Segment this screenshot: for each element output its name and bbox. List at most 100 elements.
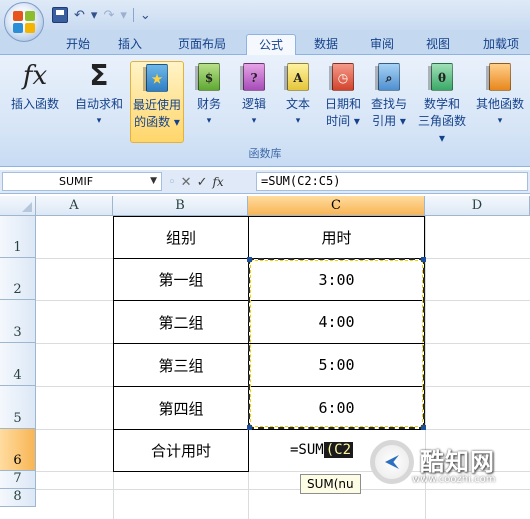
row-header-1[interactable]: 1 [0, 216, 36, 258]
lookup-reference-button[interactable]: ⌕ 查找与 引用 ▾ [366, 61, 412, 143]
cell-c3[interactable]: 4:00 [248, 300, 425, 344]
watermark-name: 酷知网 [420, 448, 495, 476]
tab-addins[interactable]: 加载项 [474, 34, 528, 55]
row-header-3[interactable]: 3 [0, 300, 36, 343]
autosum-dropdown: ▾ [96, 116, 102, 126]
recent-functions-label-1: 最近使用 [132, 98, 181, 112]
cancel-icon[interactable]: ✕ [181, 175, 192, 190]
fx-icon: fx [22, 61, 48, 91]
clock-book-icon: ◷ [328, 61, 358, 93]
cell-b3[interactable]: 第二组 [113, 300, 249, 344]
row-header-2[interactable]: 2 [0, 258, 36, 300]
function-library-group-label: 函数库 [248, 147, 282, 160]
undo-dropdown-icon[interactable]: ▾ [91, 8, 98, 23]
office-button[interactable] [4, 2, 44, 42]
cell-b5[interactable]: 第四组 [113, 386, 249, 430]
cell-b6[interactable]: 合计用时 [113, 429, 249, 472]
date-time-label-2: 时间 ▾ [326, 114, 360, 128]
redo-dropdown-icon[interactable]: ▾ [120, 8, 127, 23]
row-header-4[interactable]: 4 [0, 343, 36, 386]
formula-buttons: ◦ ✕ ✓ fx [168, 173, 224, 191]
tab-data[interactable]: 数据 [304, 34, 348, 55]
cell-b2[interactable]: 第一组 [113, 258, 249, 301]
text-button[interactable]: A 文本 ▾ [278, 61, 318, 143]
save-icon[interactable] [52, 7, 68, 23]
column-header-d[interactable]: D [425, 196, 530, 216]
cell-b4[interactable]: 第三组 [113, 343, 249, 387]
tab-view[interactable]: 视图 [416, 34, 460, 55]
function-tooltip: SUM(nu [300, 474, 361, 494]
name-box-value: SUMIF [59, 175, 94, 188]
insert-function-button[interactable]: fx 插入函数 [4, 61, 66, 143]
watermark-url: www.coozhi.com [412, 474, 496, 485]
title-bar: ↶ ▾ ↷ ▾ ⌄ [0, 0, 530, 42]
text-label: 文本 [285, 97, 310, 111]
math-glyph: θ [437, 71, 446, 85]
text-glyph: A [293, 71, 303, 85]
more-functions-button[interactable]: 其他函数 ▾ [472, 61, 528, 143]
name-box[interactable]: SUMIF ▼ [2, 172, 162, 191]
logical-glyph: ? [250, 71, 258, 85]
logical-button[interactable]: ? 逻辑 ▾ [234, 61, 274, 143]
financial-dropdown: ▾ [206, 116, 212, 126]
financial-label: 财务 [196, 97, 221, 111]
tab-review[interactable]: 审阅 [360, 34, 404, 55]
math-label-2: 三角函数 ▾ [417, 114, 466, 145]
select-all-corner[interactable] [0, 196, 36, 216]
tab-home[interactable]: 开始 [56, 34, 100, 55]
insert-function-fx-icon[interactable]: fx [212, 175, 223, 189]
text-dropdown: ▾ [295, 116, 301, 126]
formula-input[interactable]: =SUM(C2:C5) [256, 172, 528, 191]
name-box-dropdown-icon[interactable]: ▼ [150, 173, 157, 190]
lookup-label-1: 查找与 [370, 97, 407, 111]
redo-icon[interactable]: ↷ [103, 8, 114, 23]
edit-range-ref: (C2 [323, 442, 354, 458]
cell-c5[interactable]: 6:00 [248, 386, 425, 430]
logical-label: 逻辑 [241, 97, 266, 111]
cell-c2[interactable]: 3:00 [248, 258, 425, 301]
row-header-6[interactable]: 6 [0, 429, 36, 471]
undo-icon[interactable]: ↶ [74, 8, 85, 23]
tab-page-layout[interactable]: 页面布局 [166, 34, 238, 55]
tab-insert[interactable]: 插入 [108, 34, 152, 55]
logical-book-icon: ? [239, 61, 269, 93]
column-header-a[interactable]: A [36, 196, 113, 216]
financial-book-icon: $ [194, 61, 224, 93]
formula-bar: SUMIF ▼ ◦ ✕ ✓ fx =SUM(C2:C5) [0, 170, 530, 194]
watermark-logo-icon [370, 440, 414, 484]
quick-access-toolbar: ↶ ▾ ↷ ▾ ⌄ [52, 5, 151, 25]
cell-c4[interactable]: 5:00 [248, 343, 425, 387]
text-book-icon: A [283, 61, 313, 93]
edit-prefix: =SUM [290, 442, 324, 458]
row-header-5[interactable]: 5 [0, 386, 36, 429]
autosum-label: 自动求和 [74, 97, 123, 111]
tab-formulas[interactable]: 公式 [246, 34, 296, 56]
star-book-icon: ★ [142, 62, 172, 94]
theta-book-icon: θ [427, 61, 457, 93]
worksheet-grid[interactable]: A B C D 1 2 3 4 5 6 7 8 组别 用时 第一组 3:00 第… [0, 196, 530, 519]
math-trig-button[interactable]: θ 数学和 三角函数 ▾ [414, 61, 470, 145]
ribbon-tabs: 开始 插入 页面布局 公式 数据 审阅 视图 加载项 [0, 30, 530, 56]
column-header-c[interactable]: C [248, 196, 425, 216]
ribbon-formulas: fx 插入函数 Σ 自动求和 ▾ ★ 最近使用 的函数 ▾ $ 财务 ▾ ? 逻… [0, 55, 530, 167]
row-header-8[interactable]: 8 [0, 489, 36, 507]
logical-dropdown: ▾ [251, 116, 257, 126]
magnifier-book-icon: ⌕ [374, 61, 404, 93]
cell-c1[interactable]: 用时 [248, 216, 425, 259]
row-header-7[interactable]: 7 [0, 471, 36, 489]
more-books-icon [485, 61, 515, 93]
cell-b1[interactable]: 组别 [113, 216, 249, 259]
autosum-button[interactable]: Σ 自动求和 ▾ [70, 61, 128, 143]
more-functions-dropdown: ▾ [497, 116, 503, 126]
financial-button[interactable]: $ 财务 ▾ [188, 61, 230, 143]
insert-function-label: 插入函数 [10, 97, 59, 111]
watermark: 酷知网 www.coozhi.com [370, 436, 530, 496]
enter-icon[interactable]: ✓ [197, 175, 208, 190]
toolbar-separator [132, 8, 134, 22]
recent-functions-button[interactable]: ★ 最近使用 的函数 ▾ [130, 61, 184, 143]
recent-functions-label-2: 的函数 ▾ [134, 115, 180, 129]
column-header-b[interactable]: B [113, 196, 248, 216]
date-time-button[interactable]: ◷ 日期和 时间 ▾ [320, 61, 366, 143]
lookup-label-2: 引用 ▾ [372, 114, 406, 128]
customize-toolbar-icon[interactable]: ⌄ [140, 8, 151, 23]
